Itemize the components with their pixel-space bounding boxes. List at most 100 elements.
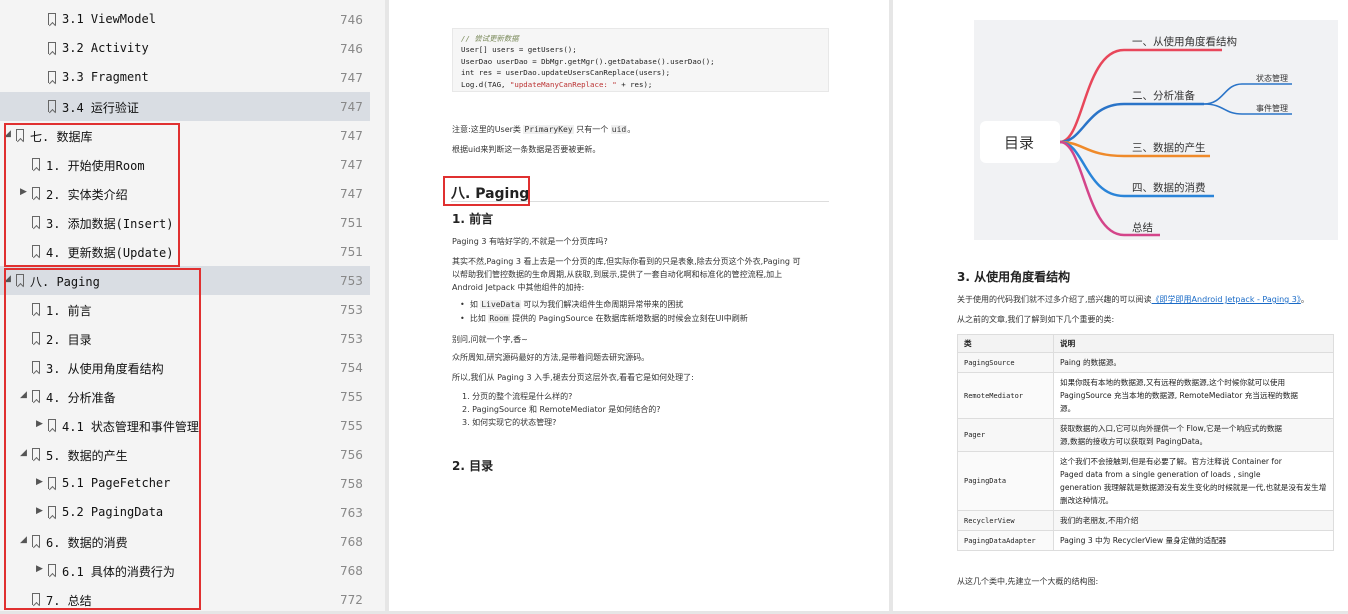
table-cell-class: RemoteMediator	[957, 372, 1054, 419]
table-cell-class: Pager	[957, 418, 1054, 452]
bookmark-icon	[48, 13, 56, 25]
mindmap-label-3: 三、数据的产生	[1132, 141, 1206, 154]
question-item: 2. PagingSource 和 RemoteMediator 是如何结合的?	[462, 405, 661, 414]
table-cell-desc: 获取数据的入口,它可以向外提供一个 Flow,它是一个响应式的数据 源,数据的接收…	[1053, 418, 1334, 452]
table-cell-desc: Paing 的数据源。	[1053, 352, 1334, 373]
table-cell-line: 我们的老朋友,不用介绍	[1060, 516, 1139, 525]
paragraph: Android Jetpack 中其他组件的加持:	[452, 283, 585, 292]
table-cell-class: PagingData	[957, 451, 1054, 511]
code-block: // 尝试更新数据 User[] users = getUsers(); Use…	[452, 28, 829, 92]
toc-item[interactable]: 3.2 Activity 746	[0, 34, 370, 63]
table-cell-class: PagingDataAdapter	[957, 530, 1054, 551]
code-line: User[] users = getUsers();	[461, 45, 577, 55]
toc-item-page: 756	[340, 448, 363, 462]
bookmark-icon	[48, 100, 56, 112]
note-text-2: 根据uid来判断这一条数据是否要被更新。	[452, 145, 601, 154]
table-cell-line: 源,数据的接收方可以获取到 PagingData。	[1060, 437, 1208, 446]
table-cell-line: 获取数据的入口,它可以向外提供一个 Flow,它是一个响应式的数据	[1060, 424, 1283, 433]
classes-table: 类说明 PagingSource Paing 的数据源。 RemoteMediato…	[957, 334, 1334, 551]
mindmap-label-1: 一、从使用角度看结构	[1132, 35, 1237, 48]
bookmark-icon	[48, 71, 56, 83]
toc-item-label: 3.3 Fragment	[62, 70, 149, 84]
table-cell-desc: 这个我们不会接触到,但是有必要了解。官方注释说 Container for Pag…	[1053, 451, 1334, 511]
mindmap-label-2: 二、分析准备	[1132, 89, 1195, 102]
table-row: PagingDataAdapter Paging 3 中为 RecyclerVie…	[957, 530, 1334, 551]
table-cell-line: 源。	[1060, 404, 1076, 413]
toc-item-page: 753	[340, 274, 363, 288]
toc-item[interactable]: 3.1 ViewModel 746	[0, 5, 370, 34]
code-line: Log.d(TAG, "updateManyCanReplace: " + re…	[461, 79, 653, 89]
table-cell-line: Paged data from a single generation of l…	[1060, 470, 1261, 479]
table-cell-line: Paging 3 中为 RecyclerView 量身定做的适配器	[1060, 536, 1227, 545]
bullet-item: • 如 LiveData 可以为我们解决组件生命周期异常带来的困扰	[460, 300, 684, 309]
mindmap-label-4: 四、数据的消费	[1132, 181, 1206, 194]
table-cell-desc: 如果你既有本地的数据源,又有远程的数据源,这个时候你就可以使用 PagingSou…	[1053, 372, 1334, 419]
highlight-chapter-title	[443, 176, 530, 206]
table-cell-line: generation 我理解就是数据源没有发生变化的时候就是一代,也就是没有发生…	[1060, 483, 1327, 505]
mindmap-label-2a: 状态管理	[1256, 73, 1288, 83]
table-cell-class: RecyclerView	[957, 510, 1054, 531]
section-structure: 3. 从使用角度看结构	[957, 270, 1071, 284]
toc-item-page: 747	[340, 100, 363, 114]
toc-item-page: 754	[340, 361, 363, 375]
toc-item-page: 747	[340, 129, 363, 143]
toc-item-page: 772	[340, 593, 363, 607]
code-line: UserDao userDao = DbMgr.getMgr().getData…	[461, 56, 715, 66]
table-cell-line: 这个我们不会接触到,但是有必要了解。官方注释说 Container for	[1060, 457, 1282, 466]
note-text: 注意:这里的User类 PrimaryKey 只有一个 uid。	[452, 125, 636, 134]
code-comment: // 尝试更新数据	[461, 34, 519, 43]
paragraph: 从这几个类中,先建立一个大概的结构图:	[957, 577, 1099, 586]
toc-item-label: 3.4 运行验证	[62, 101, 139, 115]
toc-item[interactable]: 3.4 运行验证 747	[0, 92, 370, 121]
toc-item-page: 755	[340, 390, 363, 404]
table-header-class: 类	[957, 334, 1054, 353]
bullet-item: • 比如 Room 提供的 PagingSource 在数据库新增数据的时候会立…	[460, 314, 748, 323]
table-row: Pager 获取数据的入口,它可以向外提供一个 Flow,它是一个响应式的数据 源,…	[957, 418, 1334, 452]
toc-item-page: 751	[340, 216, 363, 230]
toc-item-page: 763	[340, 506, 363, 520]
toc-item-page: 747	[340, 71, 363, 85]
toc-item-page: 755	[340, 419, 363, 433]
paragraph: 从之前的文章,我们了解到如下几个重要的类:	[957, 315, 1115, 324]
mindmap-label-5: 总结	[1132, 221, 1153, 234]
table-cell-line: PagingSource 充当本地的数据源, RemoteMediator 充当…	[1060, 391, 1298, 400]
toc-item-page: 751	[340, 245, 363, 259]
paragraph: 其实不然,Paging 3 看上去是一个分页的库,但实际你看到的只是表象,除去分…	[452, 257, 801, 266]
mindmap-root: 目录	[1004, 134, 1034, 152]
toc-item-page: 753	[340, 303, 363, 317]
section-preface: 1. 前言	[452, 212, 494, 226]
sidebar-scrollbar[interactable]	[371, 0, 385, 611]
article-link[interactable]: 《即学即用Android Jetpack - Paging 3》	[1152, 295, 1301, 304]
paragraph: 别问,问就一个字,香~	[452, 335, 528, 344]
table-header-row: 类说明	[957, 334, 1334, 353]
table-header-desc: 说明	[1053, 334, 1334, 353]
mindmap-diagram: 目录 一、从使用角度看结构 二、分析准备 状态管理 事件管理 三、数据的产生 四…	[980, 35, 1292, 237]
toc-item-label: 3.1 ViewModel	[62, 12, 156, 26]
toc-item-page: 768	[340, 564, 363, 578]
code-line: int res = userDao.updateUsersCanReplace(…	[461, 68, 671, 78]
table-cell-desc: 我们的老朋友,不用介绍	[1053, 510, 1334, 531]
toc-item-page: 747	[340, 158, 363, 172]
table-cell-desc: Paging 3 中为 RecyclerView 量身定做的适配器	[1053, 530, 1334, 551]
toc-item-page: 746	[340, 42, 363, 56]
toc-item[interactable]: 3.3 Fragment 747	[0, 63, 370, 92]
toc-item-page: 747	[340, 187, 363, 201]
table-cell-line: Paing 的数据源。	[1060, 358, 1122, 367]
bookmark-icon	[48, 42, 56, 54]
table-row: PagingSource Paing 的数据源。	[957, 352, 1334, 373]
mindmap-image: 目录 一、从使用角度看结构 二、分析准备 状态管理 事件管理 三、数据的产生 四…	[974, 20, 1338, 240]
table-row: PagingData 这个我们不会接触到,但是有必要了解。官方注释说 Contai…	[957, 451, 1334, 511]
mindmap-label-2b: 事件管理	[1256, 103, 1288, 113]
question-item: 1. 分页的整个流程是什么样的?	[462, 392, 573, 401]
question-item: 3. 如何实现它的状态管理?	[462, 418, 557, 427]
table-row: RemoteMediator 如果你既有本地的数据源,又有远程的数据源,这个时候你…	[957, 372, 1334, 419]
paragraph: 所以,我们从 Paging 3 入手,褪去分页这层外衣,看看它是如何处理了:	[452, 373, 694, 382]
paragraph: Paging 3 有啥好学的,不就是一个分页库吗?	[452, 237, 608, 246]
table-row: RecyclerView 我们的老朋友,不用介绍	[957, 510, 1334, 531]
toc-item-page: 758	[340, 477, 363, 491]
section-contents: 2. 目录	[452, 459, 494, 473]
paragraph: 众所周知,研究源码最好的方法,是带着问题去研究源码。	[452, 353, 650, 362]
paragraph: 关于使用的代码我们就不过多介绍了,感兴趣的可以阅读《即学即用Android Je…	[957, 295, 1309, 304]
toc-item-page: 768	[340, 535, 363, 549]
table-cell-line: 如果你既有本地的数据源,又有远程的数据源,这个时候你就可以使用	[1060, 378, 1286, 387]
